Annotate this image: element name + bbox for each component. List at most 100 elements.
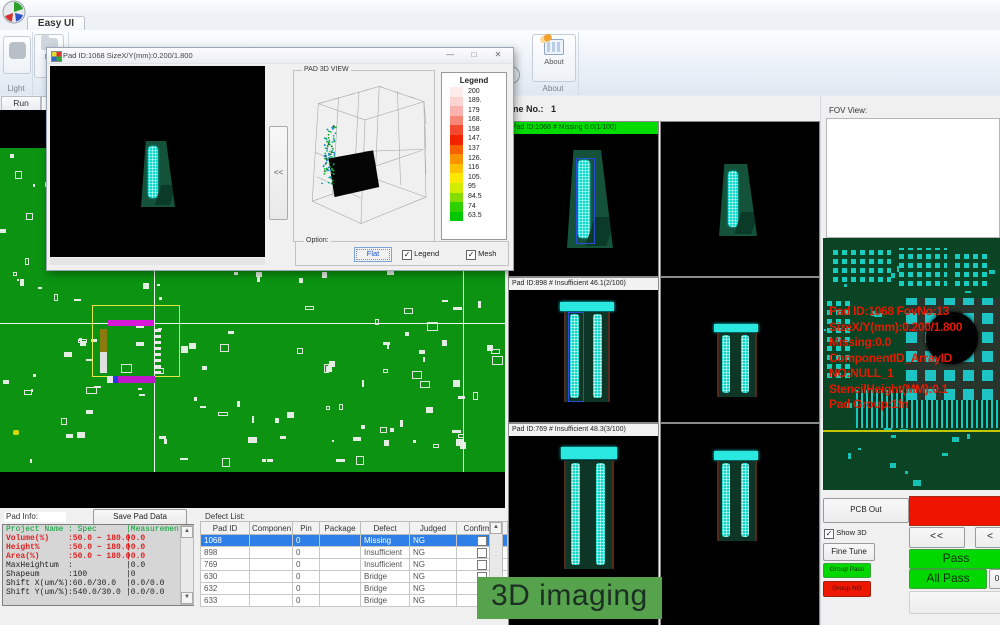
tab-easy-ui[interactable]: Easy UI (27, 16, 85, 30)
close-icon[interactable]: ✕ (489, 50, 507, 61)
column-header[interactable]: Package (320, 522, 361, 535)
empty-button[interactable] (909, 591, 1000, 614)
pad-info-row: Area(%):50.0 ~ 180.0|0.0 (3, 552, 193, 561)
legend-entry: 137 (442, 145, 506, 155)
fine-tune-button[interactable]: Fine Tune (823, 543, 875, 561)
paste-bar-769 (561, 447, 617, 459)
pad-bar-left (100, 352, 107, 373)
popup-image-scrollbar[interactable] (50, 258, 265, 265)
thumb-header-898: Pad ID:898 # Insufficient 46.1(2/100) (509, 278, 658, 290)
highlight-bar-top (108, 320, 154, 326)
legend-entry: 200 (442, 87, 506, 97)
tab-strip: Easy UI (0, 16, 1000, 30)
pad-3d-plot[interactable] (298, 79, 430, 237)
mesh-checkbox[interactable]: ✓ Mesh (466, 249, 496, 260)
legend-entry: 116 (442, 164, 506, 174)
about-group-label: About (528, 84, 578, 93)
pad-info-box: Project Name: Spec|MeasurementResVolume(… (2, 524, 194, 606)
light-group-label: Light (0, 84, 32, 93)
pad-image-769-small (717, 461, 757, 541)
lane-number-value: 1 (551, 104, 556, 114)
flat-button[interactable]: Flat (354, 247, 392, 262)
highlight-bar-left (100, 329, 107, 352)
prev-all-button[interactable]: << (909, 527, 965, 548)
thumb-cell-898-overview[interactable]: Pad ID:898 # Insufficient 46.1(2/100) (508, 277, 659, 423)
table-row[interactable]: 6330BridgeNG (201, 595, 508, 607)
scroll-down-arrow[interactable]: ▼ (181, 592, 193, 604)
show-3d-checkbox[interactable]: ✓ Show 3D (824, 528, 867, 539)
pad-2d-image[interactable] (50, 66, 265, 257)
column-header[interactable]: Componen (250, 522, 293, 535)
fov-info-box (826, 118, 1000, 238)
legend-entry: 84.5 (442, 193, 506, 203)
legend-panel: Legend 200189.179168.158147.137126.11610… (441, 72, 507, 240)
prev-button[interactable]: < (975, 527, 1000, 548)
all-pass-button[interactable]: All Pass (909, 569, 987, 589)
popup-titlebar[interactable]: Pad ID:1068 SizeX/Y(mm):0.200/1.800 — □ … (47, 48, 513, 64)
pad-image-1068-small (719, 164, 757, 236)
maximize-icon[interactable]: □ (465, 50, 483, 61)
legend-checkbox[interactable]: ✓ Legend (402, 249, 439, 260)
table-row[interactable]: 6320BridgeNG (201, 583, 508, 595)
table-row[interactable]: 10680MissingNG (201, 535, 508, 547)
confirmed-checkbox[interactable] (477, 548, 487, 558)
popup-title: Pad ID:1068 SizeX/Y(mm):0.200/1.800 (63, 48, 193, 63)
column-header[interactable]: Pin (293, 522, 320, 535)
winform-icon (51, 51, 62, 62)
legend-entry: 147. (442, 135, 506, 145)
thumb-cell-1068-zoom[interactable] (660, 121, 820, 277)
column-header[interactable]: Defect (361, 522, 410, 535)
minimize-icon[interactable]: — (441, 50, 459, 61)
pass-button[interactable]: Pass (909, 549, 1000, 569)
legend-entry: 95 (442, 183, 506, 193)
thumb-cell-769-zoom[interactable] (660, 423, 820, 625)
pad-detail-window[interactable]: Pad ID:1068 SizeX/Y(mm):0.200/1.800 — □ … (46, 47, 514, 271)
option-label: Option: (304, 237, 331, 244)
legend-entry: 63.5 (442, 212, 506, 222)
confirmed-checkbox[interactable] (477, 560, 487, 570)
legend-entry: 168. (442, 116, 506, 126)
clipped-button[interactable]: 0 (989, 569, 1000, 589)
column-header[interactable]: Judged (410, 522, 457, 535)
pad-overlay-text: Pad ID:1068 FovNo:13SizeX/Y(mm):0.200/1.… (829, 304, 962, 413)
defect-scroll-up[interactable]: ▲ (490, 522, 502, 534)
thumb-cell-898-zoom[interactable] (660, 277, 820, 423)
window-titlebar (0, 0, 1000, 17)
confirmed-checkbox[interactable] (477, 536, 487, 546)
pcb-out-button[interactable]: PCB Out (823, 498, 909, 523)
column-header[interactable]: Pad ID (201, 522, 250, 535)
origin-marker (13, 430, 19, 435)
fov-pcb-image[interactable]: Pad ID:1068 FovNo:13SizeX/Y(mm):0.200/1.… (823, 238, 1000, 490)
checkbox-icon: ✓ (402, 250, 412, 260)
scroll-up-arrow[interactable]: ▲ (181, 526, 193, 538)
collapse-button[interactable]: << (269, 126, 288, 220)
about-button[interactable]: About (532, 34, 576, 82)
checkbox-icon: ✓ (466, 250, 476, 260)
pad-3d-view-group: PAD 3D VIEW (293, 70, 435, 242)
table-row[interactable]: 8980InsufficientNG (201, 547, 508, 559)
pad-info-row: Shift Y(um/%):540.0/30.0|0.0/0.0 (3, 588, 193, 597)
legend-entry: 74 (442, 202, 506, 212)
crosshair-horizontal (0, 323, 505, 324)
table-row[interactable]: 6300BridgeNG (201, 571, 508, 583)
pad-info-row: MaxHeightum:|0.0 (3, 561, 193, 570)
legend-entry: 105. (442, 173, 506, 183)
checkbox-icon: ✓ (824, 529, 834, 539)
save-pad-data-button[interactable]: Save Pad Data (93, 509, 187, 525)
light-button[interactable] (3, 36, 31, 74)
video-caption: 3D imaging (477, 577, 662, 619)
group-ng-button[interactable]: Group NG (823, 581, 871, 597)
legend-entry: 189. (442, 97, 506, 107)
defect-table[interactable]: Pad IDComponenPinPackageDefectJudgedConf… (200, 521, 508, 607)
easy-ui-app: Easy UI Light Lo Jo ⌂Ⓟ▶→↩↻■╂▦∿▨◷☻☻☻⚙⚑→ A… (0, 0, 1000, 625)
tab-run[interactable]: Run (1, 96, 41, 110)
thumb-cell-1068-overview[interactable]: Pad ID:1068 # Missing 0.0(1/100) (508, 121, 659, 277)
pad-info-scrollbar[interactable]: ▲ ▼ (180, 525, 194, 605)
ng-status-box (909, 496, 1000, 526)
pad-info-label: Pad Info: (4, 512, 66, 522)
table-row[interactable]: 7690InsufficientNG (201, 559, 508, 571)
lane-number-label: ne No.: 1 (513, 104, 556, 114)
pad-info-row: Shift X(um/%):60.0/30.0|0.0/0.0 (3, 579, 193, 588)
group-pass-button[interactable]: Group Pass (823, 563, 871, 578)
pad-image-898-small (717, 333, 757, 397)
